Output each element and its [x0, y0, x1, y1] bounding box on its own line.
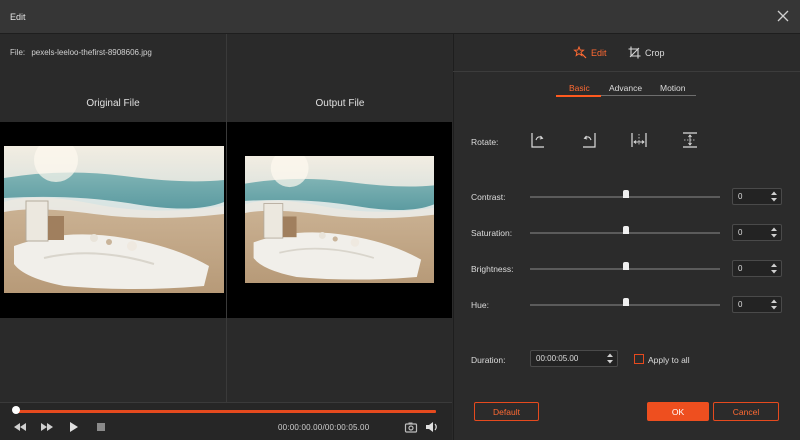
spin-arrows-icon[interactable]: [770, 226, 778, 239]
title-bar: [0, 0, 800, 34]
contrast-value: 0: [738, 192, 743, 201]
hue-slider[interactable]: [530, 298, 720, 306]
tab-crop-label: Crop: [645, 47, 665, 58]
progress-track[interactable]: [15, 410, 436, 413]
cancel-button[interactable]: Cancel: [713, 402, 779, 421]
saturation-slider[interactable]: [530, 226, 720, 234]
tab-edit[interactable]: Edit: [573, 46, 607, 59]
ok-button[interactable]: OK: [647, 402, 709, 421]
edit-crop-tabs: [453, 34, 800, 72]
contrast-label: Contrast:: [471, 192, 506, 202]
duration-label: Duration:: [471, 355, 506, 365]
tab-edit-label: Edit: [591, 47, 607, 58]
default-button[interactable]: Default: [474, 402, 539, 421]
apply-to-all-label: Apply to all: [648, 355, 690, 365]
magic-wand-icon: [573, 46, 587, 59]
rewind-icon[interactable]: [13, 420, 27, 434]
spin-arrows-icon[interactable]: [770, 262, 778, 275]
subtab-motion[interactable]: Motion: [660, 83, 686, 93]
contrast-input[interactable]: 0: [732, 188, 782, 205]
close-icon[interactable]: [776, 9, 790, 23]
brightness-value: 0: [738, 264, 743, 273]
saturation-value: 0: [738, 228, 743, 237]
tab-crop[interactable]: Crop: [628, 46, 665, 59]
brightness-label: Brightness:: [471, 264, 514, 274]
progress-handle[interactable]: [12, 406, 20, 414]
fast-forward-icon[interactable]: [40, 420, 54, 434]
hue-label: Hue:: [471, 300, 489, 310]
saturation-slider-thumb[interactable]: [623, 226, 629, 234]
brightness-input[interactable]: 0: [732, 260, 782, 277]
flip-vertical-icon[interactable]: [681, 131, 699, 149]
original-image: [4, 146, 224, 293]
subtab-basic[interactable]: Basic: [569, 83, 590, 93]
duration-input[interactable]: 00:00:05.00: [530, 350, 618, 367]
spin-arrows-icon[interactable]: [606, 352, 614, 365]
file-label: File:: [10, 48, 26, 57]
rotate-right-icon[interactable]: [529, 131, 547, 149]
volume-icon[interactable]: [425, 420, 439, 434]
apply-to-all-checkbox[interactable]: [634, 354, 644, 364]
spin-arrows-icon[interactable]: [770, 190, 778, 203]
contrast-slider-thumb[interactable]: [623, 190, 629, 198]
timecode-display: 00:00:00.00/00:00:05.00: [278, 423, 370, 432]
saturation-input[interactable]: 0: [732, 224, 782, 241]
hue-input[interactable]: 0: [732, 296, 782, 313]
hue-value: 0: [738, 300, 743, 309]
subtab-advance[interactable]: Advance: [609, 83, 642, 93]
brightness-slider[interactable]: [530, 262, 720, 270]
duration-value: 00:00:05.00: [536, 354, 579, 363]
rotate-left-icon[interactable]: [580, 131, 598, 149]
stop-icon[interactable]: [95, 420, 107, 434]
file-info: File: pexels-leeloo-thefirst-8908606.jpg: [10, 48, 152, 57]
saturation-label: Saturation:: [471, 228, 513, 238]
flip-horizontal-icon[interactable]: [630, 131, 648, 149]
snapshot-icon[interactable]: [404, 420, 418, 434]
rotate-label: Rotate:: [471, 137, 499, 147]
file-name: pexels-leeloo-thefirst-8908606.jpg: [31, 48, 152, 57]
original-file-title: Original File: [86, 98, 140, 109]
spin-arrows-icon[interactable]: [770, 298, 778, 311]
brightness-slider-thumb[interactable]: [623, 262, 629, 270]
play-icon[interactable]: [68, 420, 80, 434]
contrast-slider[interactable]: [530, 190, 720, 198]
crop-icon: [628, 46, 641, 59]
hue-slider-thumb[interactable]: [623, 298, 629, 306]
subtab-active-indicator: [556, 95, 601, 97]
output-image: [245, 156, 434, 283]
window-title: Edit: [10, 12, 26, 22]
output-file-title: Output File: [315, 98, 365, 109]
